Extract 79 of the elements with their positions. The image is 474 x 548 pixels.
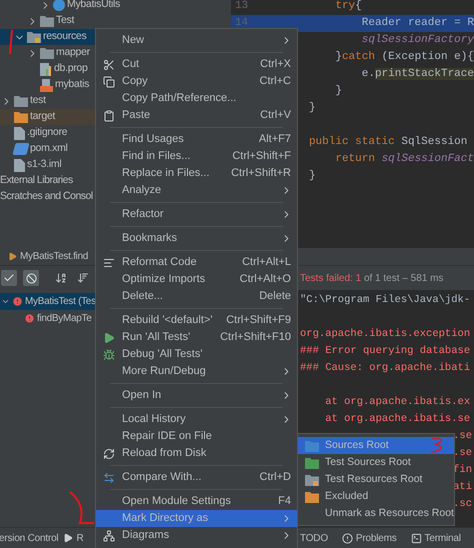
shortcut-label: F4 [278,494,292,510]
menu-item-label: Local History [122,412,187,428]
console-line: .se [453,446,472,461]
console-line: .sc [453,496,472,510]
code-line: } [334,84,342,100]
menu-item-label: Diagrams [122,528,170,544]
shortcut-label: Ctrl+Shift+F9 [226,313,292,328]
test-name: findByMapTe [37,312,92,326]
menu-item-label: Find Usages [122,132,185,148]
menu-item-label: Delete... [122,289,164,304]
menu-item-label: Analyze [122,183,162,198]
menu-item-label: Optimize Imports [122,272,206,288]
tree-item-label: mapper [56,45,90,60]
menu-item-label: More Run/Debug [122,364,207,380]
code-line: return sqlSessionFact [334,152,474,168]
code-line: try{ [334,0,362,14]
tree-item-label: Test [56,13,74,28]
shortcut-label: Ctrl+Shift+R [231,166,292,182]
tree-item-label: .gitignore [27,125,68,140]
console-line: fin [453,462,472,478]
tree-item-label: pom.xml [30,141,68,156]
shortcut-label: Ctrl+V [260,108,292,124]
menu-item-label: Debug 'All Tests' [122,347,204,362]
menu-item-label: Mark Directory as [122,511,210,526]
console-line: at org.apache.ibatis.se [324,412,470,427]
code-line: e.printStackTrace [360,67,474,82]
tree-item-label: test [30,93,46,108]
tree-item-label: resources [43,29,86,44]
menu-item-label: Paste [122,108,152,124]
menu-item-label: Reformat Code [122,255,198,270]
shortcut-label: Alt+F7 [258,132,292,148]
test-name: MyBatisTest (Tes [25,295,96,309]
console-line: ### Error querying database [300,344,470,359]
menu-item-label: Bookmarks [122,231,178,246]
menu-item-label: Reload from Disk [122,446,208,462]
console-line: org.apache.ibatis.exception [300,326,470,342]
menu-item-label: Run 'All Tests' [122,330,192,346]
console-line: .se [453,428,472,444]
menu-item-label: Unmark as Resources Root [325,506,454,521]
console-line: "C:\Program Files\Java\jdk- [300,292,470,308]
shortcut-label: Ctrl+Shift+F [232,149,292,164]
line-number: 14 [234,17,248,30]
code-line: Reader reader = R [360,16,474,32]
menu-item-label: Cut [122,57,140,72]
menu-item-label: Compare With... [122,470,202,486]
console-line: at org.apache.ibatis.ex [324,394,470,410]
menu-item-label: Find in Files... [122,149,192,164]
menu-item-label: Open In [122,388,162,404]
code-line: }catch (Exception e){ [334,50,474,66]
menu-item-label: Copy [122,74,149,90]
menu-item-label: Excluded [325,488,368,504]
shortcut-label: Ctrl+Alt+L [242,255,292,270]
menu-item-label: Copy Path/Reference... [122,91,238,106]
menu-item-label: Open Module Settings [122,494,232,510]
menu-item-label: New [122,33,146,48]
menu-item-label: Test Resources Root [325,472,422,487]
menu-item-label: Rebuild '<default>' [122,313,214,328]
code-line: } [308,169,316,184]
code-line: sqlSessionFactory [360,33,474,48]
tree-item-label: db.prop [54,61,88,76]
shortcut-label: Ctrl+D [260,470,292,486]
console-line: ### Cause: org.apache.ibati [300,360,470,376]
code-line: } [308,101,316,116]
tree-item-label: s1-3.iml [27,157,62,172]
shortcut-label: Ctrl+Alt+O [240,272,292,288]
code-line: public static SqlSession [308,135,468,150]
menu-item-label: Refactor [122,207,165,222]
tree-item-label: target [30,109,56,124]
shortcut-label: Ctrl+X [260,57,292,72]
menu-item-label: Test Sources Root [325,454,411,470]
shortcut-label: Ctrl+Shift+F10 [220,330,292,346]
line-number: 13 [234,0,248,12]
tree-item-label: mybatis [55,77,90,92]
menu-item-label: Sources Root [325,438,389,453]
shortcut-label: Ctrl+C [260,74,292,90]
test-status: Tests failed: 1 of 1 test – 581 ms [300,272,444,286]
menu-item-label: Repair IDE on File [122,429,213,444]
menu-item-label: Replace in Files... [122,166,210,182]
shortcut-label: Delete [259,289,292,304]
